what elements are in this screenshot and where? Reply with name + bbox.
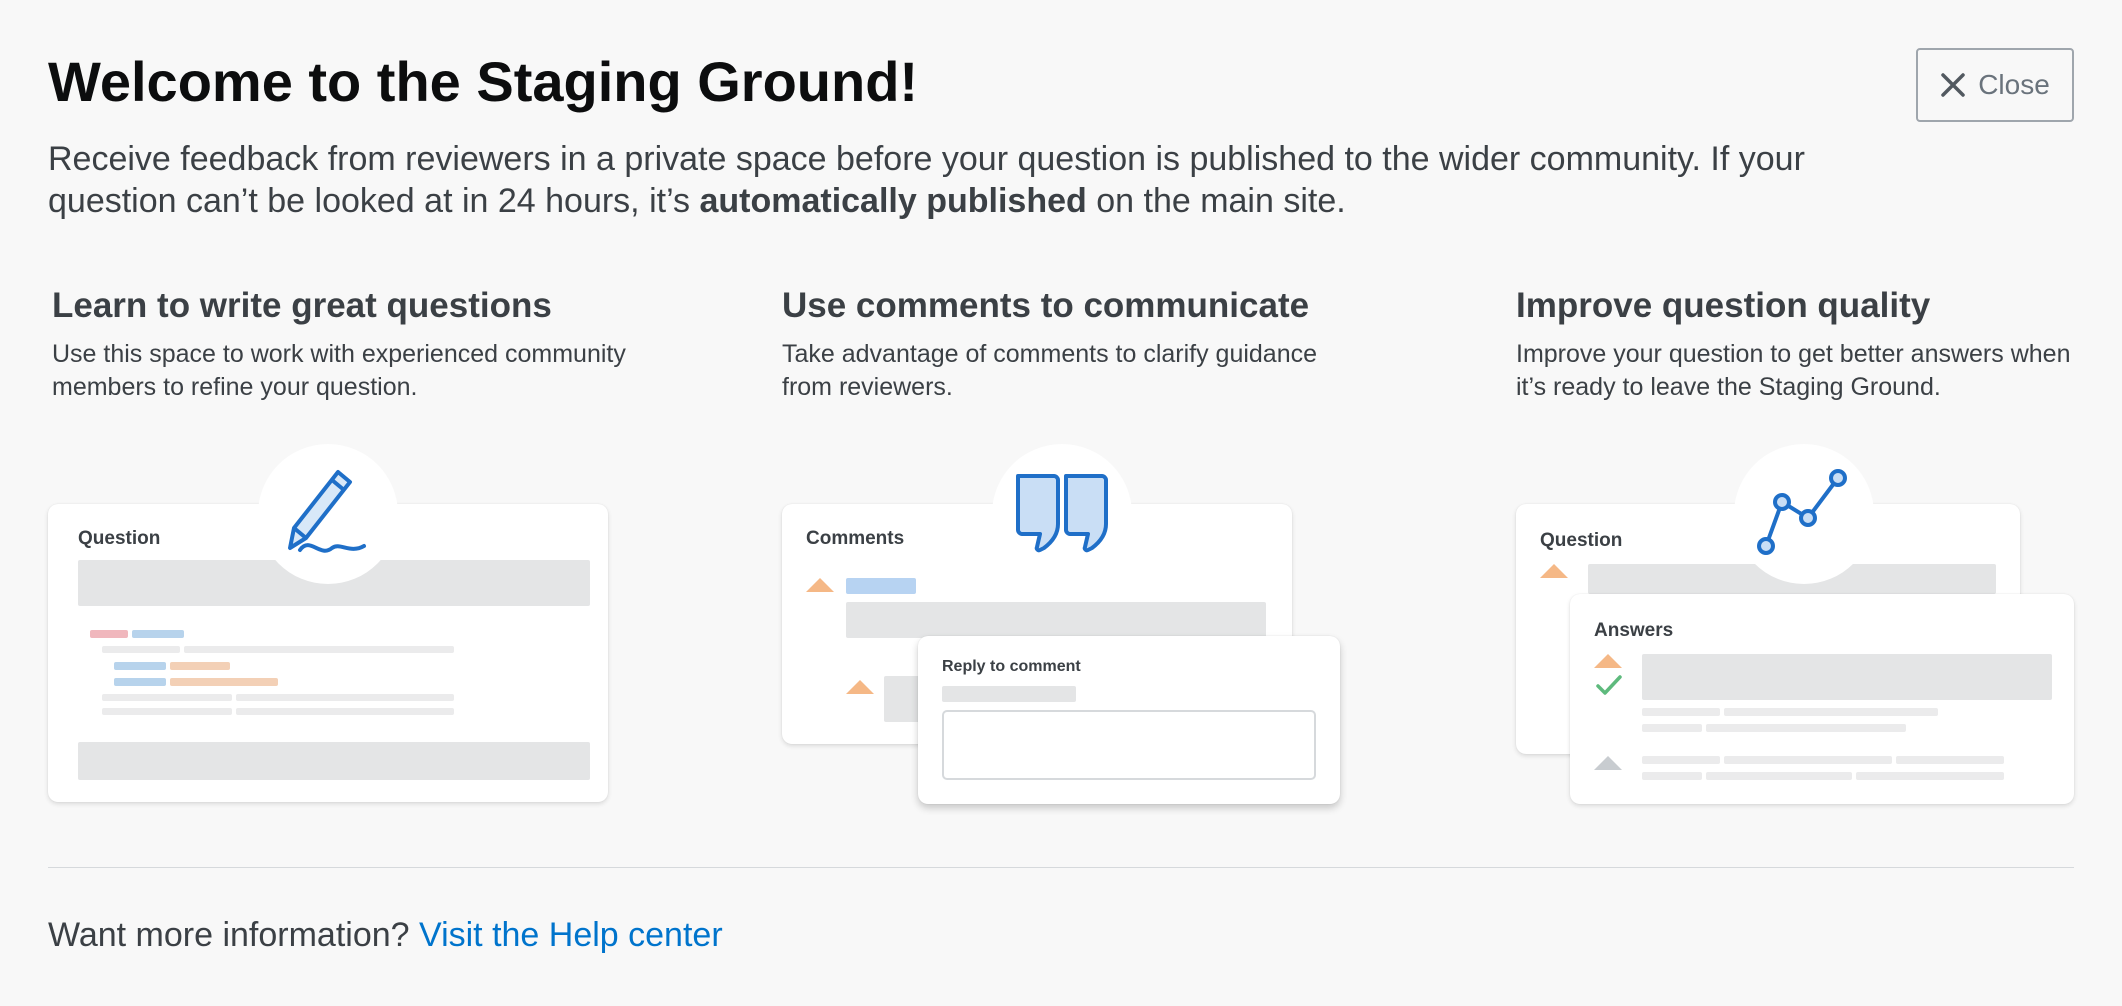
reply-textarea-illustration [942, 710, 1316, 780]
question-card-label: Question [78, 528, 161, 549]
line-chart-icon [1757, 469, 1847, 555]
modal-title: Welcome to the Staging Ground! [48, 50, 919, 113]
intro-emphasis: automatically published [699, 182, 1087, 220]
comments-card-label: Comments [806, 528, 905, 549]
footer-prompt: Want more information? [48, 916, 419, 954]
answers-card: Answers [1570, 594, 2074, 804]
close-icon [1941, 73, 1965, 97]
quote-icon [1016, 474, 1108, 553]
column-title-quality: Improve question quality [1516, 286, 1931, 325]
intro-text: Receive feedback from reviewers in a pri… [48, 140, 1805, 220]
help-center-link[interactable]: Visit the Help center [419, 916, 723, 954]
close-button[interactable]: Close [1916, 48, 2074, 122]
footer-divider [48, 867, 2074, 868]
close-label: Close [1978, 69, 2050, 100]
question-card-2-label: Question [1540, 530, 1623, 551]
column-title-write: Learn to write great questions [52, 286, 552, 325]
column-desc-write: Use this space to work with experienced … [52, 340, 626, 401]
pencil-icon [288, 470, 366, 553]
column-desc-quality: Improve your question to get better answ… [1516, 340, 2071, 401]
reply-card: Reply to comment [918, 636, 1340, 804]
answers-card-label: Answers [1594, 620, 1674, 641]
footer-text: Want more information? Visit the Help ce… [48, 916, 723, 955]
column-desc-comments: Take advantage of comments to clarify gu… [782, 340, 1318, 401]
column-title-comments: Use comments to communicate [782, 286, 1310, 325]
reply-card-label: Reply to comment [942, 658, 1081, 675]
accepted-check-icon [1596, 675, 1622, 695]
